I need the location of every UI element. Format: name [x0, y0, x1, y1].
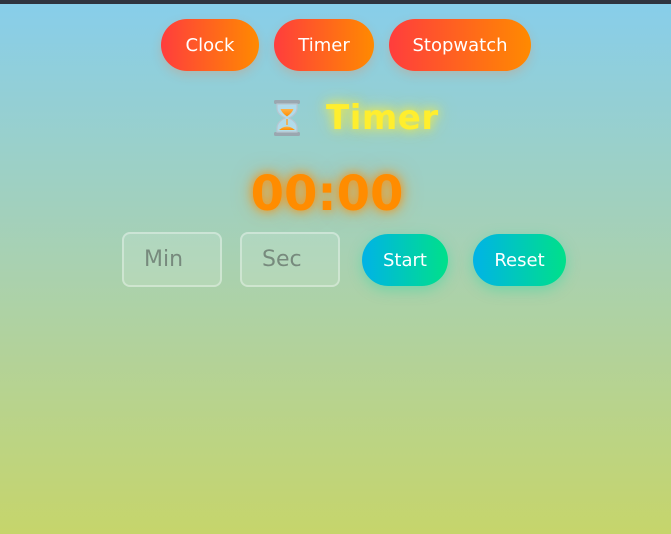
window-top-bar	[0, 0, 671, 4]
tab-clock[interactable]: Clock	[161, 19, 259, 71]
mode-tabs: Clock Timer Stopwatch	[0, 19, 671, 71]
timer-controls: Start Reset	[0, 232, 671, 288]
start-button[interactable]: Start	[362, 234, 448, 286]
hourglass-icon	[270, 99, 304, 137]
timer-heading: Timer	[270, 96, 439, 140]
page-title: Timer	[326, 98, 439, 138]
tab-timer[interactable]: Timer	[274, 19, 374, 71]
seconds-input[interactable]	[240, 232, 340, 287]
reset-button[interactable]: Reset	[473, 234, 566, 286]
minutes-input[interactable]	[122, 232, 222, 287]
tab-stopwatch[interactable]: Stopwatch	[389, 19, 531, 71]
timer-display: 00:00	[250, 166, 404, 222]
